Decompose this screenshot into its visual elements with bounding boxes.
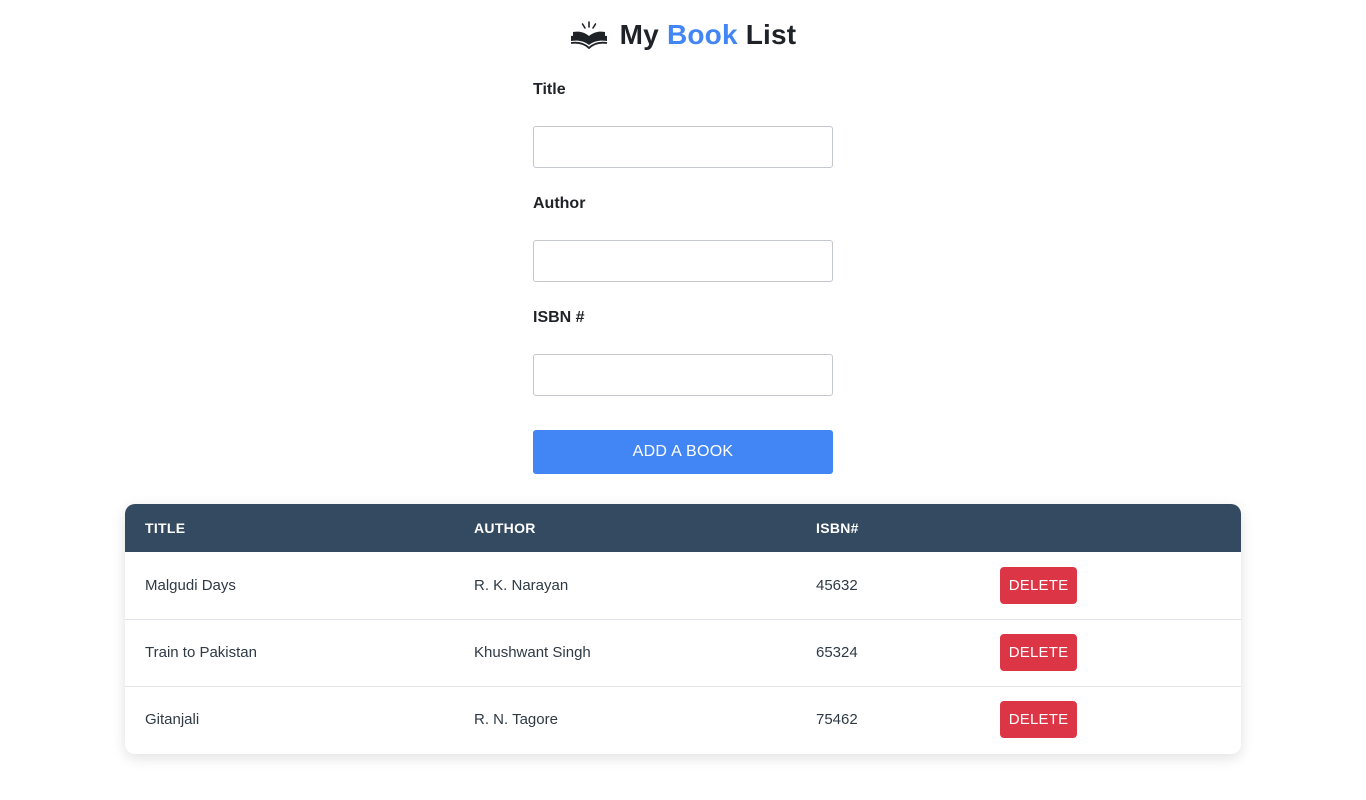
column-header-isbn: ISBN#	[816, 520, 859, 536]
row-actions: DELETE	[980, 686, 1241, 753]
delete-button[interactable]: DELETE	[1000, 701, 1077, 739]
title-accent: Book	[666, 19, 738, 50]
isbn-field-group: ISBN #	[533, 308, 833, 396]
table-row: Gitanjali R. N. Tagore 75462 DELETE	[125, 686, 1241, 753]
book-isbn: 65324	[816, 644, 858, 661]
table-row: Malgudi Days R. K. Narayan 45632 DELETE	[125, 552, 1241, 619]
title-field-group: Title	[533, 80, 833, 168]
table-body: Malgudi Days R. K. Narayan 45632 DELETE …	[125, 552, 1241, 753]
book-title: Malgudi Days	[145, 576, 236, 594]
add-book-form: Title Author ISBN # ADD A BOOK	[533, 80, 833, 474]
column-header-actions	[980, 504, 1241, 552]
table-header: TITLE AUTHOR ISBN#	[125, 504, 1241, 552]
title-prefix: My	[619, 19, 659, 50]
title-suffix: List	[745, 19, 797, 50]
book-title: Train to Pakistan	[145, 644, 257, 661]
column-header-title: TITLE	[145, 520, 186, 536]
book-isbn: 45632	[816, 576, 858, 594]
isbn-label: ISBN #	[533, 309, 585, 326]
delete-button[interactable]: DELETE	[1000, 634, 1077, 671]
book-list-table: TITLE AUTHOR ISBN# Malgudi Days R. K. Na…	[125, 504, 1241, 754]
table-header-row: TITLE AUTHOR ISBN#	[125, 504, 1241, 552]
row-actions: DELETE	[980, 619, 1241, 686]
isbn-input[interactable]	[533, 354, 833, 396]
book-title: Gitanjali	[145, 711, 200, 729]
book-isbn: 75462	[816, 711, 858, 729]
row-actions: DELETE	[980, 552, 1241, 619]
author-label: Author	[533, 195, 586, 212]
title-label: Title	[533, 81, 566, 98]
column-header-author: AUTHOR	[474, 520, 536, 536]
app-title: My Book List	[620, 19, 797, 51]
table-row: Train to Pakistan Khushwant Singh 65324 …	[125, 619, 1241, 686]
book-author: R. N. Tagore	[474, 711, 558, 729]
author-field-group: Author	[533, 194, 833, 282]
page-header: My Book List	[0, 14, 1366, 56]
book-table: TITLE AUTHOR ISBN# Malgudi Days R. K. Na…	[125, 504, 1241, 753]
add-book-button[interactable]: ADD A BOOK	[533, 430, 833, 474]
book-author: R. K. Narayan	[474, 576, 569, 594]
book-author: Khushwant Singh	[474, 644, 591, 661]
author-input[interactable]	[533, 240, 833, 282]
open-book-icon	[570, 21, 607, 49]
delete-button[interactable]: DELETE	[1000, 566, 1077, 604]
title-input[interactable]	[533, 126, 833, 168]
